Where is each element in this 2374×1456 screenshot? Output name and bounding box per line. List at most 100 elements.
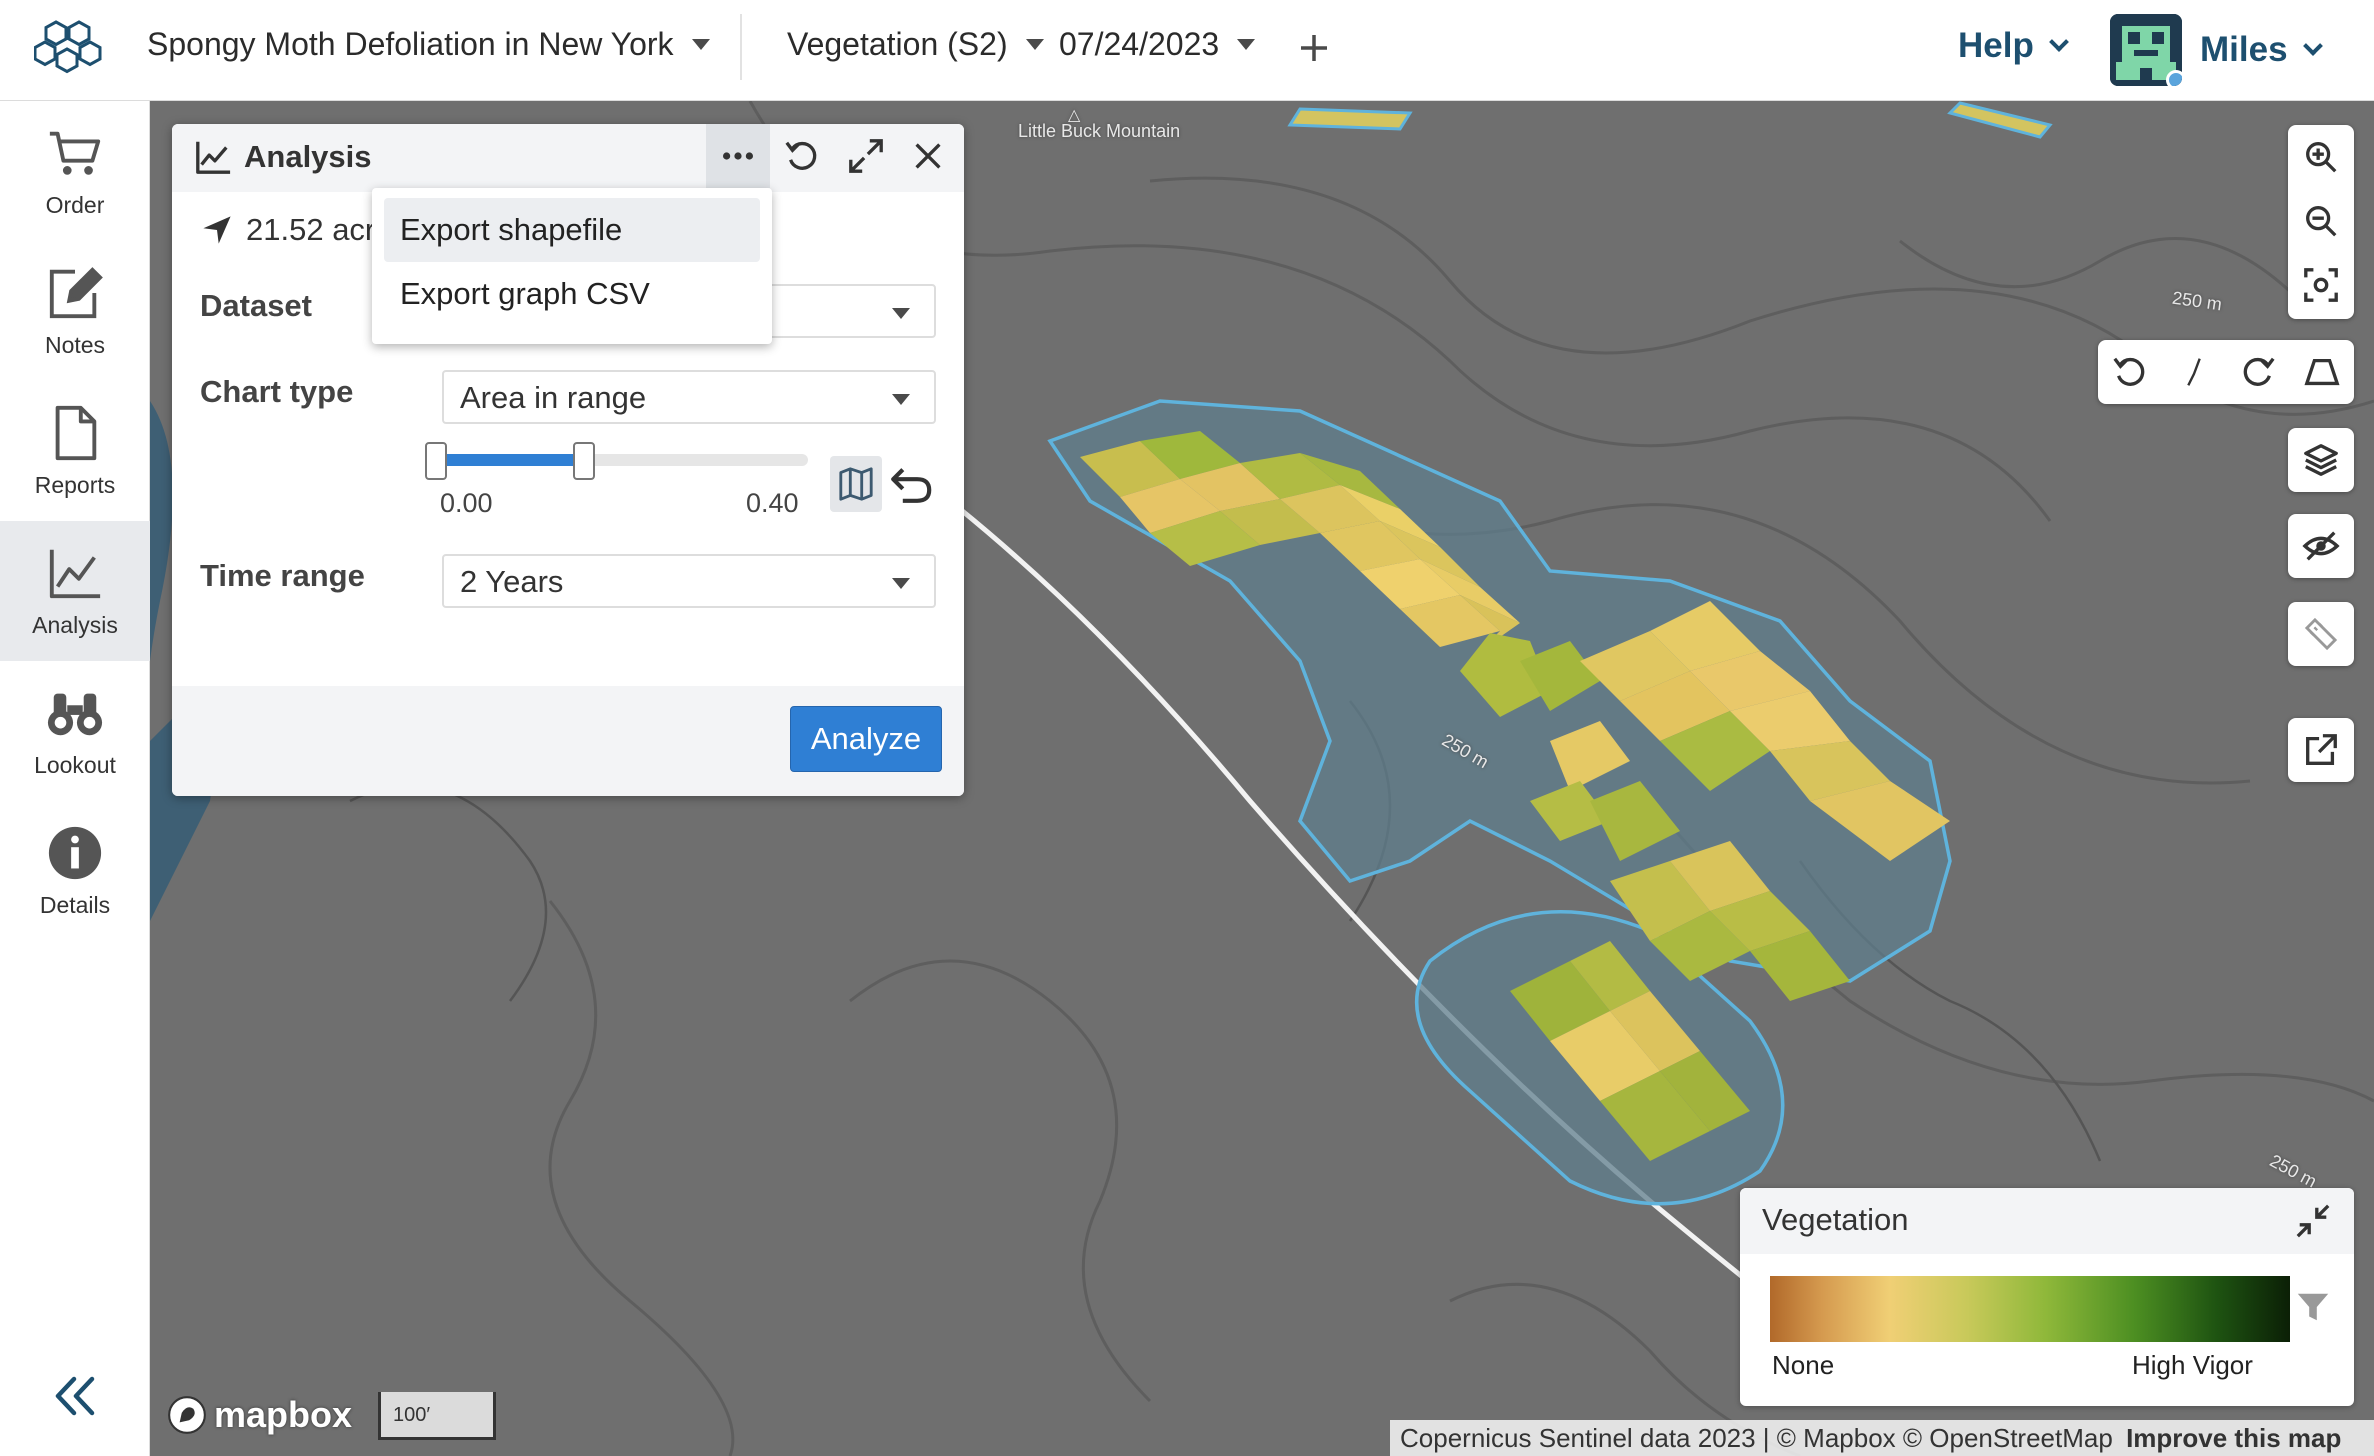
export-graph-csv-menu-item[interactable]: Export graph CSV: [384, 262, 760, 326]
help-label: Help: [1958, 26, 2034, 65]
sidebar-item-label: Details: [39, 891, 111, 918]
legend-color-ramp: [1770, 1276, 2290, 1342]
fit-bounds-icon: [2304, 268, 2338, 302]
expand-panel-button[interactable]: [834, 124, 898, 188]
rotate-ccw-icon: [2113, 357, 2145, 386]
sidebar-item-lookout[interactable]: Lookout: [0, 661, 150, 801]
zoom-out-button[interactable]: [2289, 189, 2353, 253]
rotate-right-button[interactable]: [2226, 340, 2290, 404]
export-shapefile-menu-item[interactable]: Export shapefile: [384, 198, 760, 262]
help-menu[interactable]: Help: [1958, 26, 2069, 66]
close-panel-button[interactable]: [896, 124, 960, 188]
document-icon: [55, 405, 97, 460]
sidebar-item-analysis[interactable]: Analysis: [0, 521, 150, 661]
range-max-value: 0.40: [746, 488, 799, 518]
plus-icon: [1301, 35, 1327, 61]
rotate-ccw-icon: [785, 141, 817, 170]
caret-down-icon: [892, 308, 910, 319]
binoculars-icon: [47, 693, 103, 735]
layers-icon: [2304, 444, 2338, 476]
legend-max-label: High Vigor: [2132, 1350, 2253, 1380]
legend-header: Vegetation: [1740, 1188, 2354, 1254]
info-icon: [48, 826, 102, 879]
filter-icon[interactable]: [2294, 1288, 2332, 1326]
share-control[interactable]: [2288, 718, 2354, 782]
chevron-down-icon: [2302, 36, 2323, 56]
more-options-button[interactable]: [706, 124, 770, 188]
avatar: [2110, 14, 2182, 86]
note-edit-icon: [49, 266, 103, 318]
perspective-icon: [2304, 358, 2340, 386]
layer-label: Vegetation (S2): [787, 26, 1008, 62]
zoom-to-extent-button[interactable]: [2289, 253, 2353, 317]
caret-down-icon: [892, 394, 910, 405]
panel-title: Analysis: [194, 138, 372, 176]
sidebar-item-notes[interactable]: Notes: [0, 241, 150, 381]
cart-icon: [49, 131, 101, 175]
layer-selector[interactable]: Vegetation (S2): [787, 26, 1044, 63]
compass-button[interactable]: [2162, 340, 2226, 404]
place-label: Little Buck Mountain: [1018, 121, 1181, 141]
map-attribution: Copernicus Sentinel data 2023 | © Mapbox…: [1390, 1420, 2374, 1456]
rotate-left-button[interactable]: [2098, 340, 2162, 404]
zoom-in-button[interactable]: [2289, 125, 2353, 189]
sidebar: Order Notes Reports Analysis Lookout Det…: [0, 101, 150, 1456]
time-range-label: Time range: [200, 558, 365, 593]
mapbox-logo[interactable]: mapbox: [166, 1394, 352, 1436]
panel-title-text: Analysis: [244, 139, 372, 174]
project-title: Spongy Moth Defoliation in New York: [147, 26, 674, 62]
add-layer-button[interactable]: [1296, 22, 1332, 74]
status-dot: [2166, 70, 2182, 86]
app-logo-icon[interactable]: [34, 18, 106, 80]
collapse-icon[interactable]: [2294, 1202, 2332, 1240]
sidebar-item-reports[interactable]: Reports: [0, 381, 150, 521]
layers-control[interactable]: [2288, 428, 2354, 492]
double-chevron-left-icon[interactable]: [50, 1371, 100, 1421]
time-range-value: 2 Years: [460, 564, 564, 599]
pitch-button[interactable]: [2290, 340, 2354, 404]
more-options-menu: Export shapefile Export graph CSV: [372, 188, 772, 344]
date-selector[interactable]: 07/24/2023: [1059, 26, 1256, 63]
chart-type-label: Chart type: [200, 374, 354, 409]
time-range-select[interactable]: 2 Years: [442, 554, 936, 608]
undo-icon[interactable]: [886, 460, 934, 508]
map-icon: [839, 467, 873, 501]
area-readout: 21.52 acre: [200, 212, 393, 248]
measure-button[interactable]: [2289, 602, 2353, 666]
area-value: 21.52 acre: [246, 212, 393, 247]
user-menu[interactable]: Miles: [2110, 14, 2323, 86]
sidebar-item-label: Reports: [34, 471, 116, 498]
chart-type-select[interactable]: Area in range: [442, 370, 936, 424]
ruler-icon: [2304, 617, 2338, 651]
range-slider-fill: [434, 454, 584, 466]
improve-map-link[interactable]: Improve this map: [2126, 1423, 2341, 1453]
layers-button[interactable]: [2289, 428, 2353, 492]
project-selector[interactable]: Spongy Moth Defoliation in New York: [147, 26, 710, 63]
rotate-cw-icon: [2243, 357, 2275, 386]
date-label: 07/24/2023: [1059, 26, 1220, 62]
range-slider-max-handle[interactable]: [572, 442, 595, 480]
range-slider-min-handle[interactable]: [425, 442, 447, 480]
measure-control[interactable]: [2288, 602, 2354, 666]
external-link-icon: [2306, 734, 2337, 765]
line-chart-icon: [196, 141, 231, 174]
reset-panel-button[interactable]: [770, 124, 834, 188]
divider: [740, 14, 742, 80]
sidebar-item-details[interactable]: Details: [0, 801, 150, 941]
sidebar-item-label: Order: [45, 191, 105, 218]
panel-footer: Analyze: [172, 686, 964, 796]
line-chart-icon: [49, 549, 101, 598]
chevron-down-icon: [2048, 32, 2069, 52]
attribution-text[interactable]: Copernicus Sentinel data 2023 | © Mapbox…: [1400, 1423, 2113, 1453]
sidebar-item-order[interactable]: Order: [0, 101, 150, 241]
eye-slash-icon: [2302, 531, 2340, 561]
analyze-button[interactable]: Analyze: [790, 706, 942, 772]
rotation-controls: [2098, 340, 2354, 404]
open-external-button[interactable]: [2289, 718, 2353, 782]
caret-down-icon: [892, 578, 910, 589]
visibility-control[interactable]: [2288, 514, 2354, 578]
mapbox-logo-icon: [168, 1396, 206, 1434]
hide-layer-button[interactable]: [2289, 514, 2353, 578]
show-on-map-toggle[interactable]: [830, 456, 882, 512]
zoom-controls: [2288, 125, 2354, 319]
